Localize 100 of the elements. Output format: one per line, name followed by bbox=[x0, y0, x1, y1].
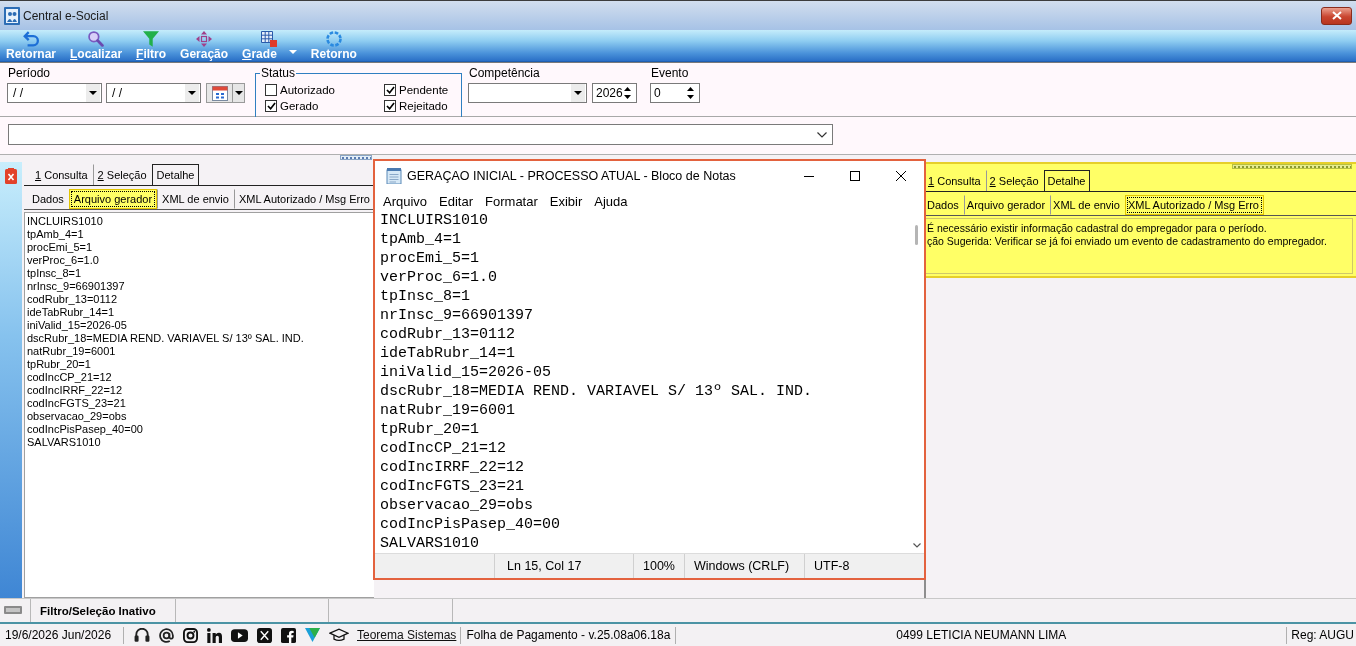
text-line: tpRubr_20=1 bbox=[27, 358, 92, 371]
close-button[interactable] bbox=[1321, 6, 1352, 25]
text-line: codIncCP_21=12 bbox=[380, 439, 508, 458]
status-text: Folha de Pagamento - v.25.08a06.18a bbox=[466, 628, 671, 642]
checkmark-icon bbox=[266, 102, 276, 110]
subtab[interactable]: XML de envio bbox=[1050, 195, 1125, 215]
text-line: codIncPisPasep_40=00 bbox=[380, 515, 562, 534]
move-arrows-icon bbox=[196, 31, 213, 47]
text-line: verProc_6=1.0 bbox=[27, 254, 100, 267]
text-line: natRubr_19=6001 bbox=[380, 401, 517, 420]
link[interactable]: Teorema Sistemas bbox=[357, 628, 457, 642]
field-label: Período bbox=[8, 66, 51, 81]
field-label: Competência bbox=[469, 66, 540, 81]
scroll-down-icon[interactable] bbox=[912, 543, 921, 548]
at-sign-icon bbox=[159, 627, 174, 643]
text-line: procEmi_5=1 bbox=[380, 249, 481, 268]
text-line: natRubr_19=6001 bbox=[27, 345, 117, 358]
menu-item[interactable]: Formatar bbox=[479, 193, 544, 209]
refresh-icon bbox=[325, 31, 342, 47]
keyboard-icon bbox=[4, 606, 22, 614]
search-combo[interactable] bbox=[8, 124, 833, 145]
text-line: codIncPisPasep_40=00 bbox=[27, 423, 144, 436]
text-line: tpInsc_8=1 bbox=[27, 267, 83, 280]
text-line: nrInsc_9=66901397 bbox=[380, 306, 535, 325]
text-line: observacao_29=obs bbox=[27, 410, 128, 423]
status-text: Ln 15, Col 17 bbox=[507, 559, 582, 573]
text-line: nrInsc_9=66901397 bbox=[27, 280, 126, 293]
year-spinner[interactable]: 2026 bbox=[592, 83, 637, 103]
checkbox[interactable] bbox=[265, 84, 277, 96]
status-text: 19/6/2026 Jun/2026 bbox=[4, 628, 113, 642]
subtab[interactable]: XML de envio bbox=[157, 189, 234, 209]
close-icon bbox=[896, 171, 906, 181]
subtab[interactable]: Dados bbox=[924, 195, 964, 215]
text-line: iniValid_15=2026-05 bbox=[27, 319, 128, 332]
checkbox-label[interactable]: Rejeitado bbox=[399, 100, 448, 112]
text-line: codIncFGTS_23=21 bbox=[380, 477, 526, 496]
caret-icon bbox=[288, 50, 297, 54]
checkbox[interactable] bbox=[265, 100, 277, 112]
tab[interactable]: 2 Seleção bbox=[92, 164, 152, 185]
chevron-down-icon bbox=[817, 131, 827, 138]
date-combo[interactable]: / / bbox=[7, 83, 102, 103]
tab[interactable]: 2 Seleção bbox=[985, 170, 1044, 191]
menu-item[interactable]: Ajuda bbox=[588, 193, 634, 209]
instagram-icon bbox=[183, 627, 198, 643]
splitter-handle[interactable] bbox=[340, 155, 372, 160]
menu-item[interactable]: Arquivo bbox=[377, 193, 434, 209]
menu-item[interactable]: Editar bbox=[433, 193, 480, 209]
tab[interactable]: Detalhe bbox=[1043, 170, 1091, 191]
subtab[interactable]: Dados bbox=[27, 189, 69, 209]
field-label: Evento bbox=[651, 66, 689, 81]
scroll-thumb[interactable] bbox=[915, 225, 918, 245]
text-line: codIncIRRF_22=12 bbox=[380, 458, 526, 477]
event-spinner[interactable]: 0 bbox=[650, 83, 700, 103]
checkbox-label[interactable]: Autorizado bbox=[280, 84, 335, 96]
checkbox-label[interactable]: Gerado bbox=[280, 100, 319, 112]
date-combo[interactable]: / / bbox=[106, 83, 201, 103]
status-text: Reg: AUGU bbox=[1290, 628, 1355, 642]
triangle-logo-icon bbox=[305, 628, 320, 642]
text-line: codIncCP_21=12 bbox=[27, 371, 113, 384]
status-text: Filtro/Seleção Inativo bbox=[40, 604, 156, 617]
text-line: SALVARS1010 bbox=[380, 534, 481, 553]
window-title: Central e-Social bbox=[23, 8, 109, 23]
text-line: observacao_29=obs bbox=[380, 496, 535, 515]
checkbox[interactable] bbox=[384, 84, 396, 96]
text-line: ção Sugerida: Verificar se já foi enviado um evento de cadastramento do empregador. bbox=[927, 235, 1328, 248]
menu-item[interactable]: Exibir bbox=[543, 193, 589, 209]
message-box[interactable]: É necessário existir informação cadastral do empregador para o período. ção Sugerida: Verificar se já foi enviado um evento de cadastramento do empregador. bbox=[924, 218, 1353, 274]
competence-combo[interactable] bbox=[468, 83, 587, 103]
group-label: Status bbox=[260, 67, 297, 80]
tab[interactable]: 1 Consulta bbox=[924, 170, 986, 191]
status-text: 0499 LETICIA NEUMANN LIMA bbox=[896, 628, 1067, 642]
status-text: Windows (CRLF) bbox=[694, 559, 790, 573]
text-line: INCLUIRS1010 bbox=[380, 211, 490, 230]
checkbox-label[interactable]: Pendente bbox=[399, 84, 449, 96]
checkbox[interactable] bbox=[384, 100, 396, 112]
search-icon bbox=[88, 31, 105, 47]
spin-arrows-icon bbox=[686, 86, 695, 100]
toolbar-button[interactable]: Grade bbox=[241, 30, 298, 61]
text-line: ideTabRubr_14=1 bbox=[380, 344, 517, 363]
calendar-icon bbox=[212, 85, 228, 101]
subtab[interactable]: XML Autorizado / Msg Erro bbox=[1124, 195, 1264, 215]
text-line: dscRubr_18=MEDIA REND. VARIAVEL S/ 13º SAL. IND. bbox=[27, 332, 305, 345]
toolbar-button[interactable]: Localizar bbox=[69, 30, 124, 61]
facebook-icon bbox=[281, 627, 296, 643]
return-arrow-icon bbox=[23, 31, 39, 47]
text-line: codIncIRRF_22=12 bbox=[27, 384, 124, 397]
splitter-handle[interactable] bbox=[1232, 164, 1352, 169]
text-line: procEmi_5=1 bbox=[27, 241, 94, 254]
subtab[interactable]: Arquivo gerador bbox=[963, 195, 1051, 215]
youtube-icon bbox=[231, 628, 248, 642]
text-area[interactable] bbox=[24, 212, 374, 598]
status-text: UTF-8 bbox=[814, 559, 850, 573]
tab[interactable]: 1 Consulta bbox=[30, 164, 93, 185]
tab[interactable]: Detalhe bbox=[151, 164, 200, 185]
subtab[interactable]: Arquivo gerador bbox=[68, 189, 158, 209]
text-line: codRubr_13=0112 bbox=[380, 325, 517, 344]
calendar-button[interactable] bbox=[206, 83, 245, 103]
text-line: tpRubr_20=1 bbox=[380, 420, 481, 439]
window-title: GERAÇAO INICIAL - PROCESSO ATUAL - Bloco de Notas bbox=[407, 169, 736, 183]
close-icon bbox=[1331, 11, 1342, 20]
